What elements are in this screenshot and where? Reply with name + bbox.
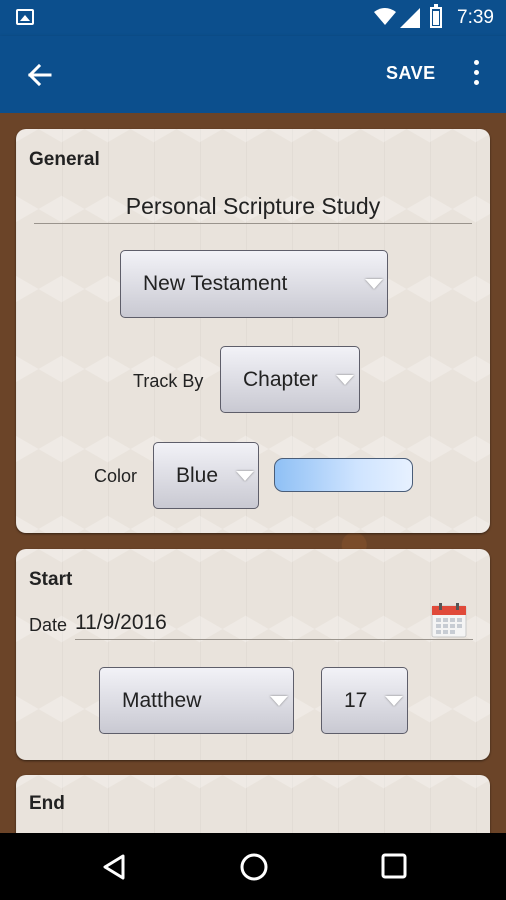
- end-heading: End: [29, 793, 65, 814]
- chevron-down-icon: [365, 279, 383, 289]
- collection-dropdown-value: New Testament: [143, 272, 288, 295]
- wifi-icon: [374, 8, 396, 25]
- start-date-value: 11/9/2016: [75, 611, 167, 634]
- general-heading: General: [29, 149, 100, 170]
- start-chapter-dropdown[interactable]: 17: [321, 667, 408, 734]
- track-by-label: Track By: [133, 371, 204, 391]
- app-bar: SAVE: [0, 36, 506, 113]
- chevron-down-icon: [385, 695, 403, 706]
- battery-icon: [430, 4, 442, 28]
- title-input[interactable]: Personal Scripture Study: [34, 193, 472, 224]
- track-by-dropdown-value: Chapter: [243, 367, 318, 391]
- color-label: Color: [94, 466, 138, 486]
- chevron-down-icon: [270, 695, 288, 706]
- content-area[interactable]: General Personal Scripture Study New Tes…: [0, 113, 506, 833]
- end-card: End: [16, 775, 490, 833]
- color-swatch[interactable]: [274, 458, 413, 492]
- color-dropdown-value: Blue: [176, 463, 219, 487]
- clock: 7:39: [457, 7, 494, 28]
- nav-recents-icon[interactable]: [381, 853, 407, 879]
- chevron-down-icon: [336, 374, 354, 385]
- track-by-dropdown[interactable]: Chapter: [220, 346, 360, 413]
- general-card: General Personal Scripture Study New Tes…: [16, 129, 490, 533]
- status-bar: 7:39: [0, 0, 506, 36]
- nav-home-icon[interactable]: [239, 852, 269, 882]
- start-book-dropdown-value: Matthew: [122, 688, 202, 712]
- start-heading: Start: [29, 569, 73, 590]
- chevron-down-icon: [236, 470, 254, 481]
- start-date-input[interactable]: 11/9/2016: [75, 611, 473, 640]
- system-nav-bar: [0, 833, 506, 900]
- start-card: Start Date 11/9/2016 Matthew 17: [16, 549, 490, 760]
- start-book-dropdown[interactable]: Matthew: [99, 667, 294, 734]
- more-options-icon[interactable]: [466, 60, 486, 88]
- back-arrow-icon[interactable]: [24, 60, 54, 90]
- calendar-icon[interactable]: [431, 602, 467, 638]
- image-icon: [16, 9, 34, 25]
- nav-back-icon[interactable]: [101, 853, 127, 881]
- color-dropdown[interactable]: Blue: [153, 442, 259, 509]
- save-button[interactable]: SAVE: [386, 63, 436, 84]
- date-label: Date: [29, 615, 68, 635]
- start-chapter-dropdown-value: 17: [344, 688, 368, 712]
- collection-dropdown[interactable]: New Testament: [120, 250, 388, 318]
- signal-icon: [400, 8, 420, 28]
